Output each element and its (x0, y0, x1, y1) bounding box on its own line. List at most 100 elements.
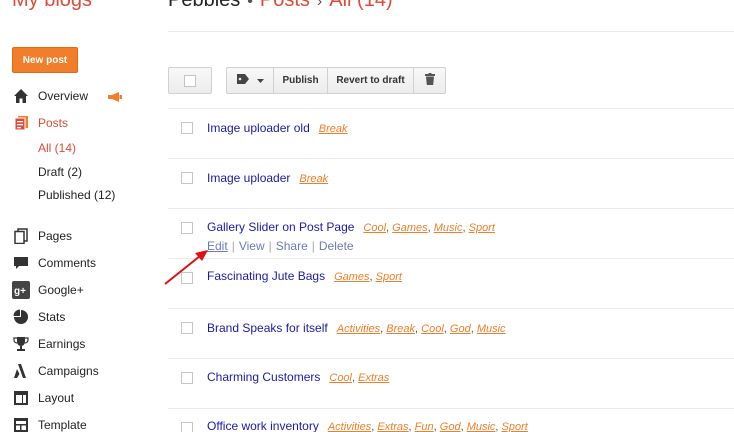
post-title[interactable]: Brand Speaks for itself (207, 321, 328, 335)
post-label[interactable]: Activities (337, 323, 380, 335)
revert-to-draft-button[interactable]: Revert to draft (328, 67, 414, 94)
post-title-row: Charming Customers Cool, Extras (207, 370, 389, 384)
sidebar-item-label: Layout (38, 391, 75, 405)
post-title[interactable]: Fascinating Jute Bags (207, 269, 325, 283)
sidebar-item-pages[interactable]: Pages (12, 224, 72, 248)
sidebar-item-label: Pages (38, 229, 73, 243)
annotation-arrow-icon (164, 250, 208, 285)
post-row[interactable]: Brand Speaks for itself Activities, Break… (168, 308, 734, 358)
post-label[interactable]: Extras (358, 372, 389, 384)
post-checkbox[interactable] (181, 372, 193, 384)
post-row[interactable]: Gallery Slider on Post Page Cool, Games, … (168, 208, 734, 258)
delete-button[interactable] (414, 67, 446, 94)
label-dropdown-button[interactable] (226, 67, 274, 94)
delete-link[interactable]: Delete (319, 239, 354, 253)
sidebar-subitem-draft[interactable]: Draft (2) (38, 162, 82, 182)
sidebar-item-earnings[interactable]: Earnings (12, 332, 85, 356)
svg-text:g+: g+ (14, 286, 26, 297)
post-labels: Cool, Extras (329, 372, 389, 384)
posts-toolbar: Publish Revert to draft (168, 67, 446, 94)
post-title[interactable]: Charming Customers (207, 370, 320, 384)
post-label[interactable]: Break (386, 323, 415, 335)
post-label[interactable]: Break (319, 123, 348, 135)
post-checkbox[interactable] (181, 122, 193, 134)
breadcrumb-blog[interactable]: Pebbles (168, 0, 240, 11)
chevron-down-icon (256, 75, 264, 86)
sidebar-item-stats[interactable]: Stats (12, 305, 65, 329)
post-title[interactable]: Image uploader old (207, 121, 310, 135)
post-row[interactable]: Charming Customers Cool, Extras (168, 358, 734, 408)
sidebar-item-template[interactable]: Template (12, 413, 87, 432)
sidebar-item-posts[interactable]: Posts (12, 111, 68, 135)
google-plus-icon: g+ (12, 281, 30, 299)
breadcrumb-posts[interactable]: Posts (260, 0, 310, 11)
pages-icon (12, 227, 30, 245)
sidebar-item-label: Template (38, 418, 87, 432)
megaphone-icon (108, 91, 122, 105)
trophy-icon (12, 335, 30, 353)
post-labels: Games, Sport (334, 271, 402, 283)
post-checkbox[interactable] (181, 422, 193, 432)
post-label[interactable]: Break (299, 173, 328, 185)
post-checkbox[interactable] (181, 222, 193, 234)
post-label[interactable]: Games (392, 222, 427, 234)
post-row[interactable]: Image uploader Break (168, 158, 734, 208)
post-label[interactable]: Games (334, 271, 369, 283)
trash-icon (424, 73, 435, 88)
post-label[interactable]: Activities (328, 421, 371, 432)
post-label[interactable]: Music (467, 421, 496, 432)
campaigns-icon (12, 362, 30, 380)
post-title-row: Gallery Slider on Post Page Cool, Games, … (207, 220, 495, 234)
sidebar-item-label: Posts (38, 116, 69, 130)
breadcrumb-filter[interactable]: All (14) (329, 0, 392, 11)
sidebar-subitem-published[interactable]: Published (12) (38, 185, 115, 205)
post-label[interactable]: Sport (376, 271, 402, 283)
post-labels: Break (299, 173, 328, 185)
post-title[interactable]: Gallery Slider on Post Page (207, 220, 354, 234)
sidebar-item-label: Overview (38, 89, 89, 103)
sidebar-subitem-all[interactable]: All (14) (38, 138, 76, 158)
post-label[interactable]: Music (434, 222, 463, 234)
checkbox-box (184, 74, 196, 87)
post-label[interactable]: Cool (363, 222, 386, 234)
post-row[interactable]: Image uploader old Break (168, 108, 734, 158)
post-label[interactable]: God (440, 421, 461, 432)
post-row[interactable]: Fascinating Jute Bags Games, Sport (168, 258, 734, 308)
stats-icon (12, 308, 30, 326)
post-checkbox[interactable] (181, 322, 193, 334)
post-row[interactable]: Office work inventory Activities, Extras,… (168, 408, 734, 432)
view-link[interactable]: View (239, 239, 265, 253)
post-title[interactable]: Image uploader (207, 171, 290, 185)
sidebar-item-layout[interactable]: Layout (12, 386, 74, 410)
sidebar-item-google-plus[interactable]: g+ Google+ (12, 278, 84, 302)
sidebar-item-overview[interactable]: Overview (12, 84, 122, 108)
sidebar-item-label: Google+ (38, 283, 84, 297)
breadcrumb-separator: • (247, 0, 253, 10)
post-title[interactable]: Office work inventory (207, 419, 319, 432)
post-label[interactable]: Music (477, 323, 506, 335)
action-separator: | (311, 239, 315, 253)
new-post-button[interactable]: New post (12, 47, 78, 73)
post-label[interactable]: Fun (415, 421, 434, 432)
sidebar-item-label: Comments (38, 256, 97, 270)
sidebar-item-comments[interactable]: Comments (12, 251, 96, 275)
post-label[interactable]: Cool (329, 372, 352, 384)
breadcrumb-separator: › (316, 0, 323, 10)
share-link[interactable]: Share (276, 239, 308, 253)
post-label[interactable]: Extras (377, 421, 408, 432)
sidebar-item-campaigns[interactable]: Campaigns (12, 359, 99, 383)
post-labels: Break (319, 123, 348, 135)
post-label[interactable]: God (450, 323, 471, 335)
select-all-checkbox[interactable] (168, 67, 212, 94)
action-separator: | (268, 239, 272, 253)
home-icon (12, 87, 30, 105)
post-checkbox[interactable] (181, 172, 193, 184)
post-label[interactable]: Sport (502, 421, 528, 432)
post-title-row: Image uploader old Break (207, 121, 348, 135)
post-label[interactable]: Sport (469, 222, 495, 234)
post-label[interactable]: Cool (421, 323, 444, 335)
tag-icon (236, 74, 251, 87)
app-title[interactable]: My blogs (12, 0, 92, 12)
header-divider (168, 31, 734, 32)
publish-button[interactable]: Publish (274, 67, 328, 94)
